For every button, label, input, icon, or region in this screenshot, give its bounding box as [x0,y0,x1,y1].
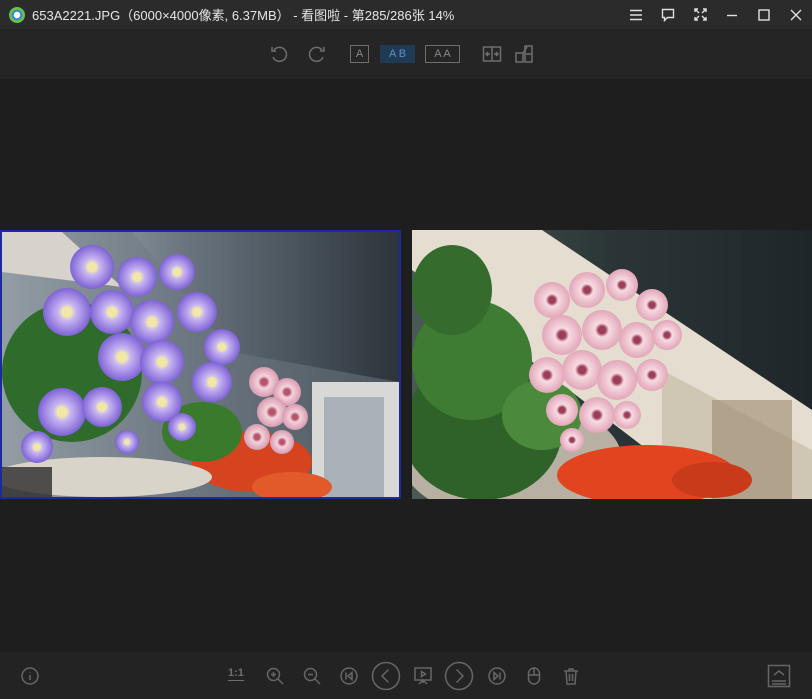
rotate-right-button[interactable] [306,43,328,65]
pink-cineraria-image [412,230,812,499]
compare-aa-button[interactable]: A A [425,45,460,63]
sync-compare-button[interactable] [481,43,503,65]
layout-button[interactable] [513,43,535,65]
rotate-left-button[interactable] [268,43,290,65]
zoom-out-icon [303,667,321,685]
single-view-button[interactable]: A [350,45,369,63]
rotate-left-icon [271,46,288,63]
close-icon [790,9,802,20]
mouse-mode-icon [527,667,541,685]
fullscreen-button[interactable] [684,0,716,29]
single-view-label: A [355,48,364,60]
fullscreen-icon [693,8,707,21]
delete-button[interactable] [559,664,583,688]
zoom-out-button[interactable] [300,664,324,688]
info-button[interactable] [18,664,42,688]
image-viewer-app: 653A2221.JPG（6000×4000像素, 6.37MB） - 看图啦 … [0,0,812,699]
zoom-in-icon [266,667,284,685]
compare-ab-button[interactable]: A B [380,45,415,63]
previous-button[interactable] [371,661,401,691]
right-image-panel[interactable] [412,230,812,499]
first-image-button[interactable] [337,664,361,688]
menu-icon [630,9,642,20]
title-bar: 653A2221.JPG（6000×4000像素, 6.37MB） - 看图啦 … [0,0,812,29]
menu-button[interactable] [620,0,652,29]
layout-icon [515,45,533,63]
zoom-in-button[interactable] [263,664,287,688]
bottom-toolbar: 1:1 [0,652,812,699]
thumbnail-bar-button[interactable] [766,664,792,688]
actual-size-button[interactable]: 1:1 [228,667,244,681]
top-toolbar: A A B A A [0,29,812,79]
next-button[interactable] [444,661,474,691]
maximize-button[interactable] [748,0,780,29]
thumbnail-bar-icon [767,664,791,688]
slideshow-icon [414,667,432,685]
compare-ab-label: A B [388,48,407,60]
image-canvas[interactable] [0,79,812,652]
info-icon [21,667,39,685]
maximize-icon [758,8,770,21]
purple-daisies-image [2,232,399,497]
feedback-icon [661,8,675,22]
rotate-right-icon [308,46,325,63]
delete-icon [564,668,578,685]
app-logo-icon [9,6,25,23]
next-icon [444,661,474,691]
minimize-button[interactable] [716,0,748,29]
last-image-icon [488,667,506,685]
window-title: 653A2221.JPG（6000×4000像素, 6.37MB） - 看图啦 … [32,8,455,23]
minimize-icon [727,14,737,16]
previous-icon [371,661,401,691]
feedback-button[interactable] [652,0,684,29]
first-image-icon [340,667,358,685]
close-button[interactable] [780,0,812,29]
sync-compare-icon [482,46,502,62]
mouse-mode-button[interactable] [522,664,546,688]
left-image-panel[interactable] [0,230,401,499]
window-controls [620,0,812,29]
slideshow-button[interactable] [411,664,435,688]
compare-aa-label: A A [434,48,451,60]
last-image-button[interactable] [485,664,509,688]
